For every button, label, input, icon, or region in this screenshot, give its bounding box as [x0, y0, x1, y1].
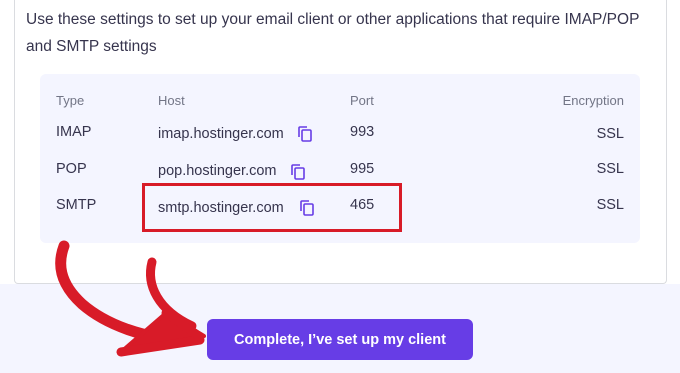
header-encryption: Encryption [562, 93, 624, 108]
row-imap-encryption: SSL [596, 126, 624, 142]
row-smtp-type: SMTP [56, 197, 97, 213]
copy-icon[interactable] [298, 126, 312, 142]
row-pop-type: POP [56, 161, 87, 177]
complete-setup-button[interactable]: Complete, I’ve set up my client [207, 319, 473, 360]
row-pop-host: pop.hostinger.com [158, 163, 277, 179]
row-imap-port: 993 [350, 124, 375, 140]
copy-icon[interactable] [291, 164, 305, 180]
header-host: Host [158, 93, 185, 108]
row-imap-host: imap.hostinger.com [158, 126, 284, 142]
row-smtp-encryption: SSL [596, 197, 624, 213]
row-imap-type: IMAP [56, 124, 92, 140]
header-type: Type [56, 93, 85, 108]
smtp-highlight-box [142, 183, 402, 232]
row-pop-encryption: SSL [596, 161, 624, 177]
intro-text: Use these settings to set up your email … [26, 11, 640, 55]
header-port: Port [350, 93, 374, 108]
row-pop-port: 995 [350, 161, 375, 177]
